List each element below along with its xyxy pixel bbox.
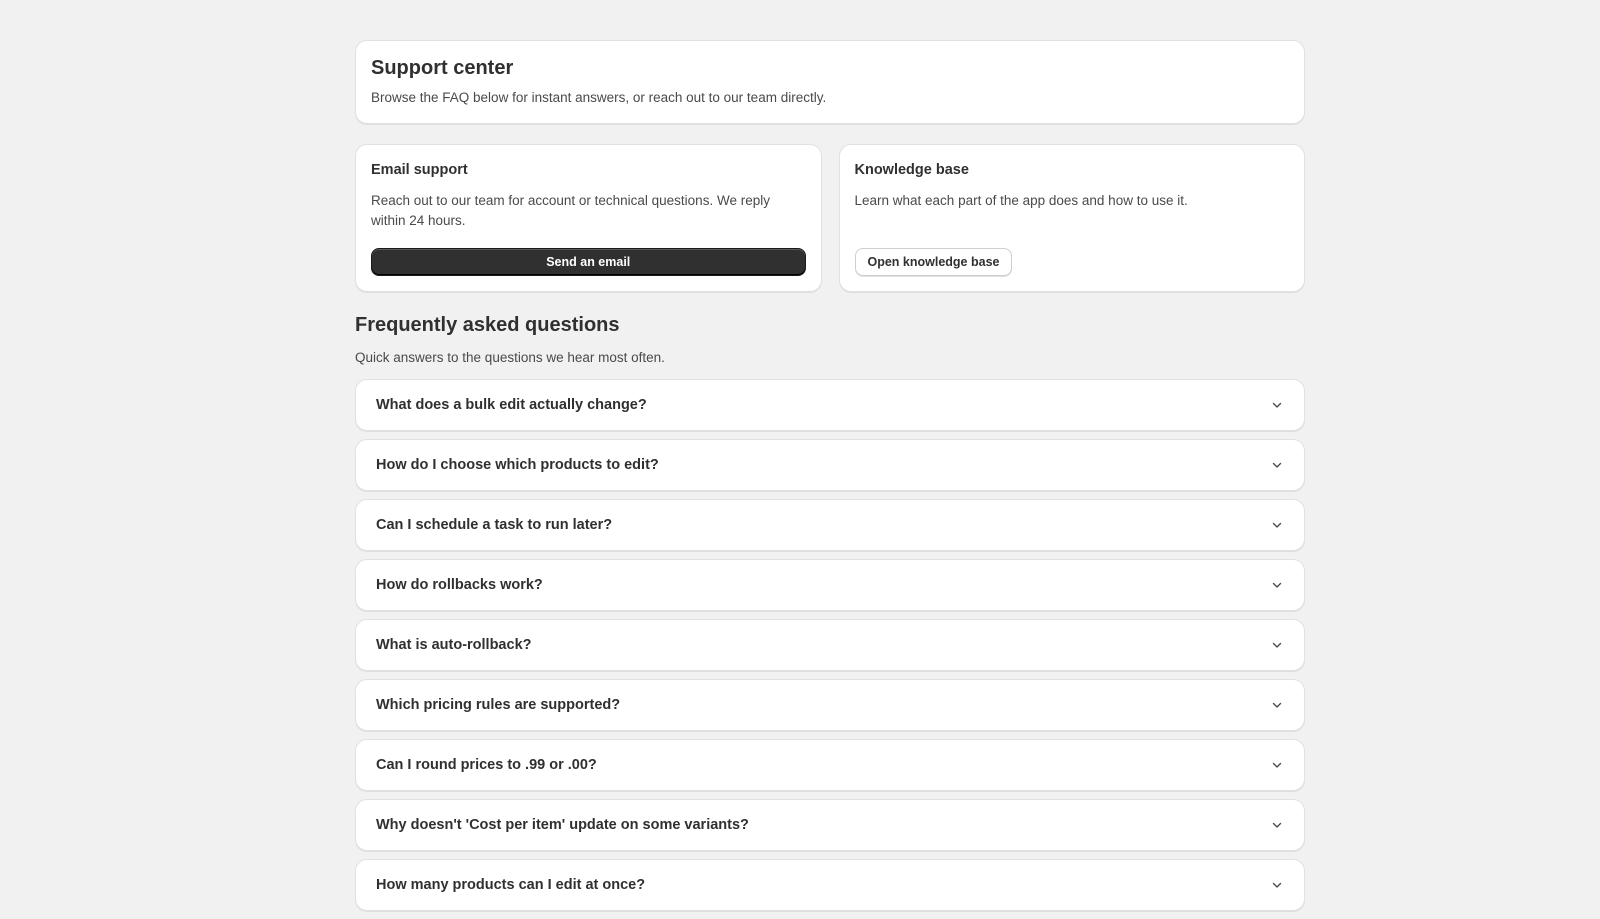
email-support-card: Email support Reach out to our team for … <box>355 144 822 292</box>
faq-item[interactable]: Can I schedule a task to run later? <box>355 499 1305 551</box>
faq-item[interactable]: How do I choose which products to edit? <box>355 439 1305 491</box>
faq-question: How do rollbacks work? <box>376 577 543 593</box>
chevron-down-icon <box>1270 818 1284 832</box>
page-title: Support center <box>371 57 514 79</box>
faq-list: What does a bulk edit actually change? H… <box>355 379 1305 911</box>
chevron-down-icon <box>1270 758 1284 772</box>
chevron-down-icon <box>1270 518 1284 532</box>
chevron-down-icon <box>1270 698 1284 712</box>
faq-item[interactable]: Can I round prices to .99 or .00? <box>355 739 1305 791</box>
support-options: Email support Reach out to our team for … <box>355 144 1305 292</box>
knowledge-base-title: Knowledge base <box>854 162 969 178</box>
support-header-card: Support center Browse the FAQ below for … <box>355 40 1305 124</box>
chevron-down-icon <box>1270 878 1284 892</box>
faq-subtitle: Quick answers to the questions we hear m… <box>355 350 665 365</box>
send-email-button[interactable]: Send an email <box>371 248 806 276</box>
knowledge-base-text: Learn what each part of the app does and… <box>854 193 1188 208</box>
faq-question: What does a bulk edit actually change? <box>376 397 647 413</box>
faq-question: Why doesn't 'Cost per item' update on so… <box>376 817 749 833</box>
page-subtitle: Browse the FAQ below for instant answers… <box>371 90 827 105</box>
faq-item[interactable]: Which pricing rules are supported? <box>355 679 1305 731</box>
faq-question: Can I round prices to .99 or .00? <box>376 757 597 773</box>
open-knowledge-base-button[interactable]: Open knowledge base <box>854 248 1013 276</box>
faq-item[interactable]: How many products can I edit at once? <box>355 859 1305 911</box>
chevron-down-icon <box>1270 578 1284 592</box>
faq-question: Can I schedule a task to run later? <box>376 517 613 533</box>
support-page: Support center Browse the FAQ below for … <box>355 40 1305 919</box>
faq-item[interactable]: What does a bulk edit actually change? <box>355 379 1305 431</box>
chevron-down-icon <box>1270 638 1284 652</box>
faq-item[interactable]: How do rollbacks work? <box>355 559 1305 611</box>
chevron-down-icon <box>1270 398 1284 412</box>
faq-question: How do I choose which products to edit? <box>376 457 659 473</box>
faq-item[interactable]: What is auto-rollback? <box>355 619 1305 671</box>
chevron-down-icon <box>1270 458 1284 472</box>
knowledge-base-card: Knowledge base Learn what each part of t… <box>838 144 1305 292</box>
faq-item[interactable]: Why doesn't 'Cost per item' update on so… <box>355 799 1305 851</box>
faq-question: How many products can I edit at once? <box>376 877 646 893</box>
faq-question: What is auto-rollback? <box>376 637 532 653</box>
faq-title: Frequently asked questions <box>355 314 620 336</box>
faq-question: Which pricing rules are supported? <box>376 697 621 713</box>
email-support-text: Reach out to our team for account or tec… <box>371 193 770 228</box>
email-support-title: Email support <box>371 162 468 178</box>
